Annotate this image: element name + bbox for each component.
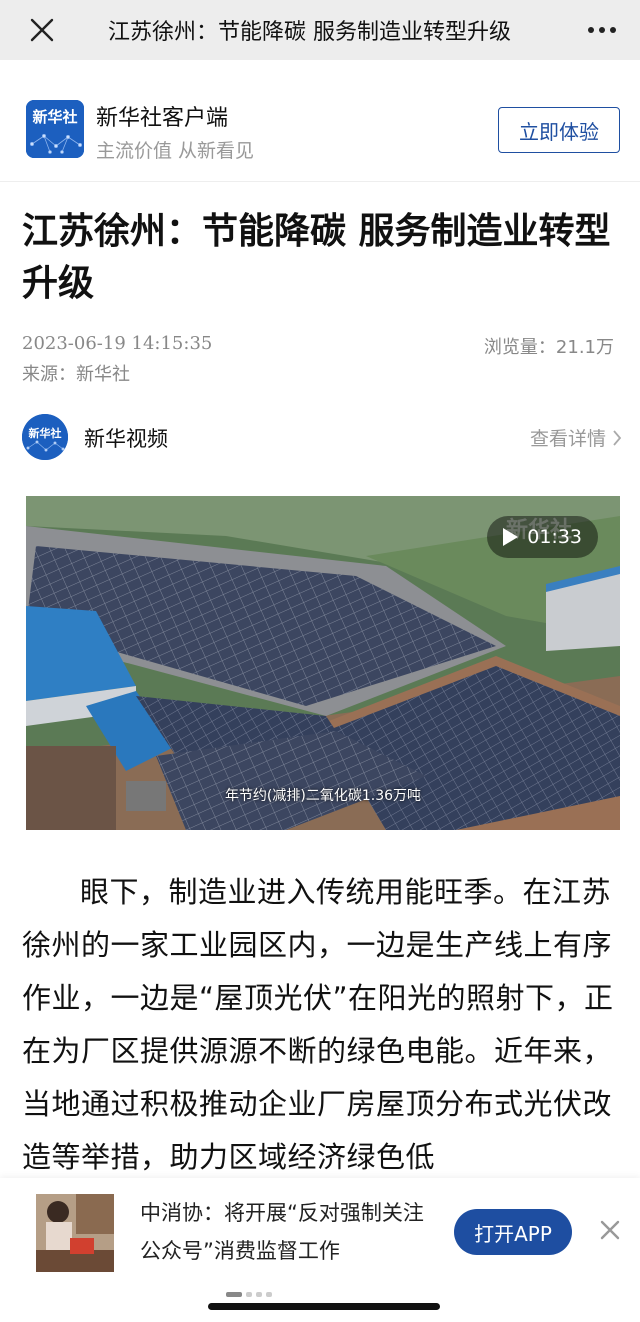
xinhua-logo: 新华社 [26, 100, 84, 158]
play-badge[interactable]: 01:33 [487, 516, 598, 558]
pager-dot [256, 1292, 262, 1297]
view-details-link[interactable]: 查看详情 [530, 424, 622, 451]
recommendation-thumbnail[interactable] [36, 1194, 114, 1272]
home-indicator[interactable] [208, 1303, 440, 1310]
recommendation-title[interactable]: 中消协：将开展“反对强制关注公众号”消费监督工作 [140, 1194, 430, 1270]
pager-dot [266, 1292, 272, 1297]
avatar-text: 新华社 [28, 427, 62, 440]
app-name: 新华社客户端 [96, 106, 229, 131]
author-name[interactable]: 新华视频 [84, 423, 168, 453]
article-title: 江苏徐州：节能降碳 服务制造业转型升级 [22, 211, 611, 304]
play-icon [503, 528, 519, 546]
article-source: 来源：新华社 [22, 364, 130, 385]
video-duration: 01:33 [527, 526, 582, 548]
app-slogan: 主流价值 从新看见 [96, 140, 255, 162]
recommendation-bar[interactable]: 中消协：将开展“反对强制关注公众号”消费监督工作 打开APP [0, 1178, 640, 1322]
view-count: 浏览量：21.1万 [483, 337, 614, 358]
chevron-right-icon [613, 429, 622, 446]
logo-text: 新华社 [32, 108, 78, 126]
video-player[interactable]: 新华社 01:33 年节约(减排)二氧化碳1.36万吨 [26, 496, 620, 830]
close-icon[interactable] [26, 14, 58, 46]
page-title: 江苏徐州：节能降碳 服务制造业转型升级 [108, 20, 511, 45]
view-details-label: 查看详情 [529, 428, 606, 450]
pager-dots [226, 1292, 272, 1297]
author-avatar[interactable]: 新华社 [22, 414, 68, 460]
pager-dot [226, 1292, 242, 1297]
top-navigation-bar: 江苏徐州：节能降碳 服务制造业转型升级 [0, 0, 640, 60]
video-subtitle: 年节约(减排)二氧化碳1.36万吨 [224, 788, 422, 804]
app-promo-banner: 新华社 新华社客户端 主流价值 从新看见 立即体验 [0, 60, 640, 182]
pager-dot [246, 1292, 252, 1297]
publish-date: 2023-06-19 14:15:35 [22, 333, 213, 354]
close-icon[interactable] [598, 1218, 622, 1242]
try-now-button[interactable]: 立即体验 [498, 107, 620, 153]
article-body-paragraph: 眼下，制造业进入传统用能旺季。在江苏徐州的一家工业园区内，一边是生产线上有序作业… [22, 875, 614, 1174]
open-app-button[interactable]: 打开APP [454, 1209, 572, 1255]
more-icon[interactable] [586, 16, 618, 44]
